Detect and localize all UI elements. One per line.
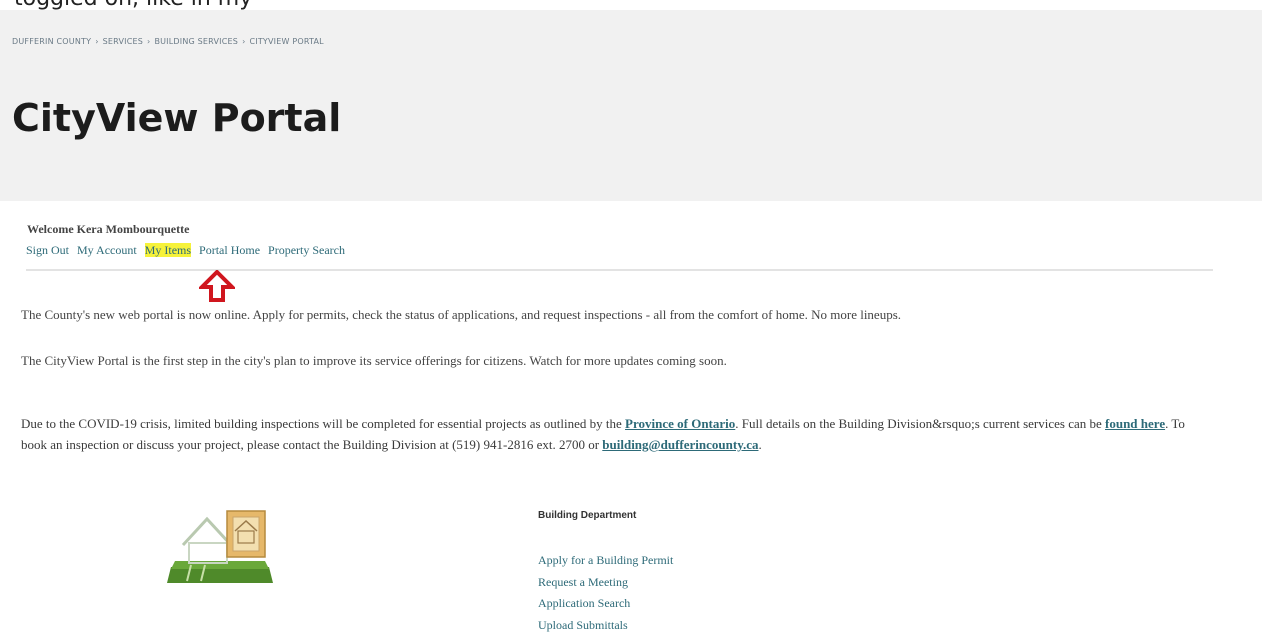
arrow-up-icon <box>199 270 235 302</box>
province-of-ontario-link[interactable]: Province of Ontario <box>625 416 735 431</box>
cropped-caption: toggled on, like in my <box>14 0 252 10</box>
upload-submittals-link[interactable]: Upload Submittals <box>538 615 673 636</box>
breadcrumb-item-building-services[interactable]: BUILDING SERVICES <box>154 37 238 46</box>
house-document-icon <box>165 505 277 587</box>
covid-notice: Due to the COVID-19 crisis, limited buil… <box>21 413 1201 455</box>
my-account-link[interactable]: My Account <box>77 243 137 257</box>
breadcrumb: DUFFERIN COUNTY › SERVICES › BUILDING SERVIC… <box>12 37 324 46</box>
breadcrumb-separator-icon: › <box>242 37 245 46</box>
building-email-link[interactable]: building@dufferincounty.ca <box>602 437 758 452</box>
sign-out-link[interactable]: Sign Out <box>26 243 69 257</box>
request-meeting-link[interactable]: Request a Meeting <box>538 572 673 594</box>
breadcrumb-separator-icon: › <box>95 37 98 46</box>
application-search-link[interactable]: Application Search <box>538 593 673 615</box>
found-here-link[interactable]: found here <box>1105 416 1165 431</box>
intro-paragraph-2: The CityView Portal is the first step in… <box>21 353 727 369</box>
covid-text-part4: . <box>759 437 762 452</box>
property-search-link[interactable]: Property Search <box>268 243 345 257</box>
breadcrumb-item-dufferin-county[interactable]: DUFFERIN COUNTY <box>12 37 91 46</box>
building-department-title: Building Department <box>538 510 636 521</box>
intro-paragraph-1: The County's new web portal is now onlin… <box>21 307 901 323</box>
portal-home-link[interactable]: Portal Home <box>199 243 260 257</box>
breadcrumb-item-services[interactable]: SERVICES <box>103 37 143 46</box>
welcome-text: Welcome Kera Mombourquette <box>27 222 189 237</box>
breadcrumb-separator-icon: › <box>147 37 150 46</box>
user-links: Sign Out My Account My Items Portal Home Pro… <box>26 243 353 258</box>
covid-text-part1: Due to the COVID-19 crisis, limited buil… <box>21 416 625 431</box>
covid-text-part2: . Full details on the Building Division&… <box>735 416 1105 431</box>
top-cropped-text: toggled on, like in my <box>0 0 1262 10</box>
page-title: CityView Portal <box>12 96 341 140</box>
breadcrumb-item-cityview-portal[interactable]: CITYVIEW PORTAL <box>249 37 323 46</box>
apply-building-permit-link[interactable]: Apply for a Building Permit <box>538 550 673 572</box>
my-items-link[interactable]: My Items <box>145 243 191 257</box>
building-department-links: Apply for a Building Permit Request a Me… <box>538 550 673 636</box>
